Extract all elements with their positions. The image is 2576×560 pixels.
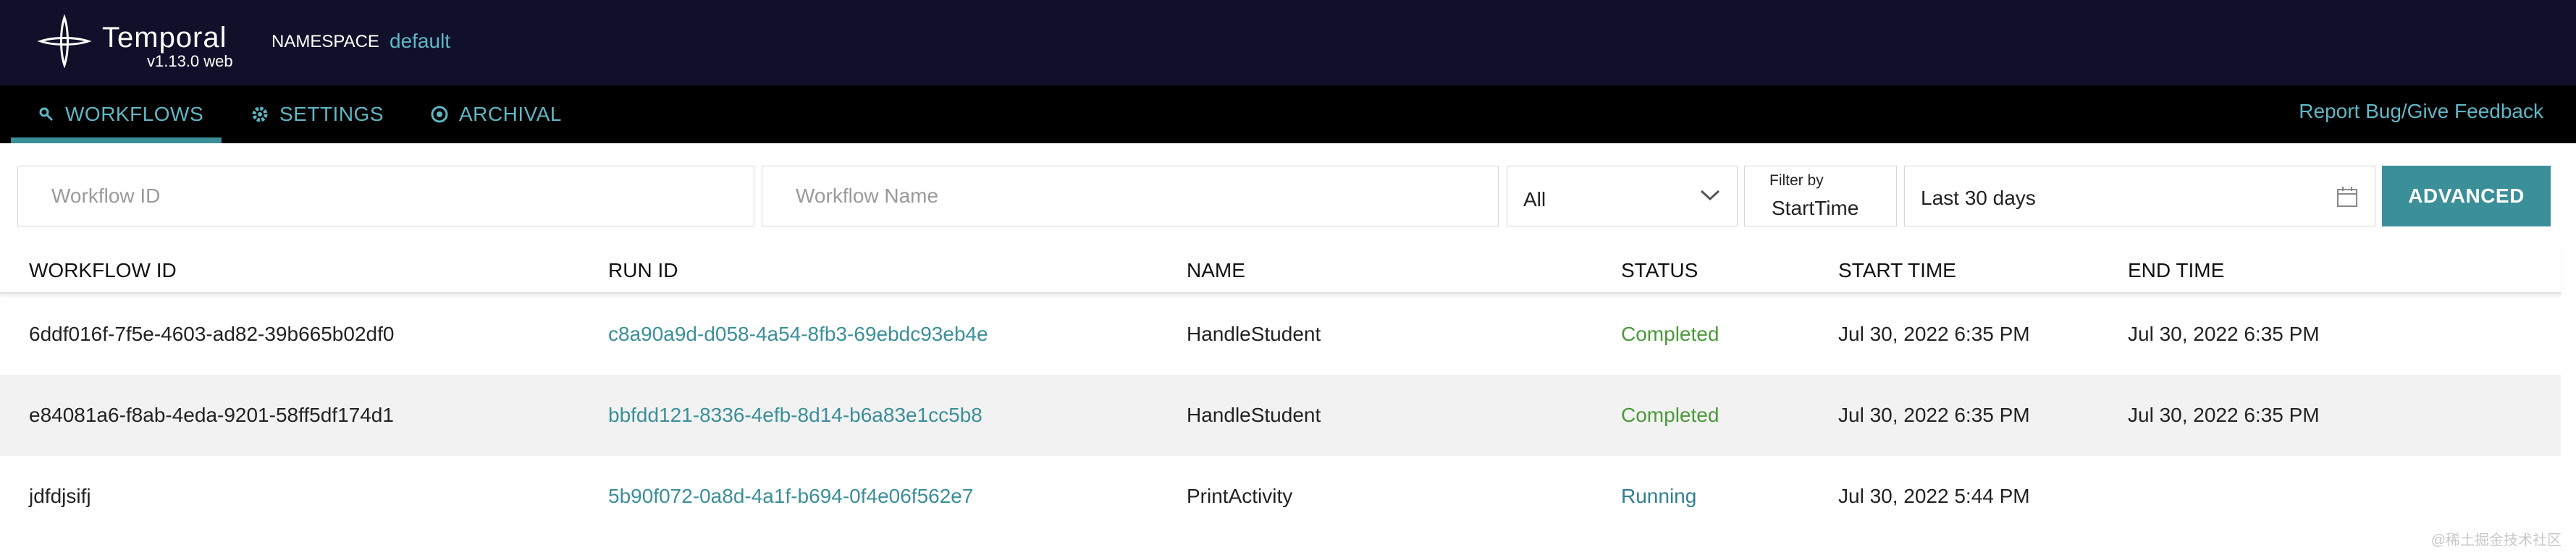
- active-tab-indicator: [11, 137, 222, 143]
- start-time-cell: Jul 30, 2022 6:35 PM: [1838, 404, 2030, 426]
- end-time-cell: Jul 30, 2022 6:35 PM: [2128, 404, 2320, 426]
- filter-by-label: Filter by: [1769, 172, 1824, 189]
- tab-archival-label: ARCHIVAL: [459, 103, 562, 125]
- workflow-id-cell[interactable]: e84081a6-f8ab-4eda-9201-58ff5df174d1: [29, 404, 394, 427]
- watermark: @稀土掘金技术社区: [2430, 533, 2562, 548]
- gear-icon: [252, 106, 268, 122]
- run-id-link[interactable]: bbfdd121-8336-4efb-8d14-b6a83e1cc5b8: [608, 404, 982, 427]
- workflow-name-input[interactable]: Workflow Name: [762, 166, 1499, 226]
- name-cell: HandleStudent: [1187, 404, 1321, 426]
- table-header: WORKFLOW ID RUN ID NAME STATUS START TIM…: [0, 246, 2561, 294]
- report-bug-link[interactable]: Report Bug/Give Feedback: [2299, 100, 2543, 123]
- chevron-down-icon: [1700, 190, 1720, 201]
- nav-bar: WORKFLOWS SETTINGS ARCHIVAL Report Bug/G…: [0, 85, 2576, 143]
- column-header-run-id[interactable]: RUN ID: [608, 259, 678, 282]
- temporal-logo-icon[interactable]: [38, 14, 91, 68]
- status-select[interactable]: All: [1507, 166, 1738, 226]
- tab-archival[interactable]: ARCHIVAL: [430, 85, 562, 143]
- tab-workflows[interactable]: WORKFLOWS: [38, 85, 203, 143]
- column-header-end-time[interactable]: END TIME: [2128, 259, 2224, 282]
- namespace-selector[interactable]: default: [390, 30, 450, 53]
- tab-settings[interactable]: SETTINGS: [251, 85, 384, 143]
- archive-icon: [431, 106, 448, 123]
- calendar-icon: [2337, 187, 2357, 207]
- search-icon: [39, 107, 54, 122]
- run-id-link[interactable]: 5b90f072-0a8d-4a1f-b694-0f4e06f562e7: [608, 485, 973, 508]
- brand-name[interactable]: Temporal: [102, 22, 227, 54]
- column-header-start-time[interactable]: START TIME: [1838, 259, 1956, 282]
- table-row[interactable]: e84081a6-f8ab-4eda-9201-58ff5df174d1 bbf…: [0, 375, 2561, 456]
- filter-by-value: StartTime: [1772, 197, 1859, 219]
- end-time-cell: Jul 30, 2022 6:35 PM: [2128, 323, 2320, 345]
- table-row[interactable]: 6ddf016f-7f5e-4603-ad82-39b665b02df0 c8a…: [0, 294, 2561, 375]
- status-select-value: All: [1523, 188, 1546, 211]
- namespace-label: NAMESPACE: [272, 32, 379, 51]
- date-range-picker[interactable]: Last 30 days: [1904, 166, 2375, 226]
- column-header-status[interactable]: STATUS: [1621, 259, 1698, 282]
- status-cell: Completed: [1621, 323, 1720, 345]
- app-header: Temporal v1.13.0 web NAMESPACE default: [0, 0, 2576, 85]
- advanced-button[interactable]: ADVANCED: [2382, 166, 2551, 226]
- start-time-cell: Jul 30, 2022 5:44 PM: [1838, 485, 2030, 507]
- tab-settings-label: SETTINGS: [279, 103, 384, 125]
- name-cell: PrintActivity: [1187, 485, 1293, 507]
- workflow-id-cell[interactable]: 6ddf016f-7f5e-4603-ad82-39b665b02df0: [29, 323, 394, 346]
- start-time-cell: Jul 30, 2022 6:35 PM: [1838, 323, 2030, 345]
- table-row[interactable]: jdfdjsifj 5b90f072-0a8d-4a1f-b694-0f4e06…: [0, 456, 2561, 537]
- version-label: v1.13.0 web: [147, 52, 233, 70]
- workflow-id-cell[interactable]: jdfdjsifj: [29, 485, 91, 508]
- tab-workflows-label: WORKFLOWS: [65, 103, 204, 125]
- column-header-workflow-id[interactable]: WORKFLOW ID: [29, 259, 177, 282]
- status-cell: Running: [1621, 485, 1697, 507]
- run-id-link[interactable]: c8a90a9d-d058-4a54-8fb3-69ebdc93eb4e: [608, 323, 988, 346]
- date-range-value: Last 30 days: [1921, 187, 2036, 209]
- filter-by-select[interactable]: Filter by StartTime: [1744, 166, 1897, 226]
- workflow-id-input[interactable]: Workflow ID: [17, 166, 754, 226]
- status-cell: Completed: [1621, 404, 1720, 426]
- name-cell: HandleStudent: [1187, 323, 1321, 345]
- column-header-name[interactable]: NAME: [1187, 259, 1245, 282]
